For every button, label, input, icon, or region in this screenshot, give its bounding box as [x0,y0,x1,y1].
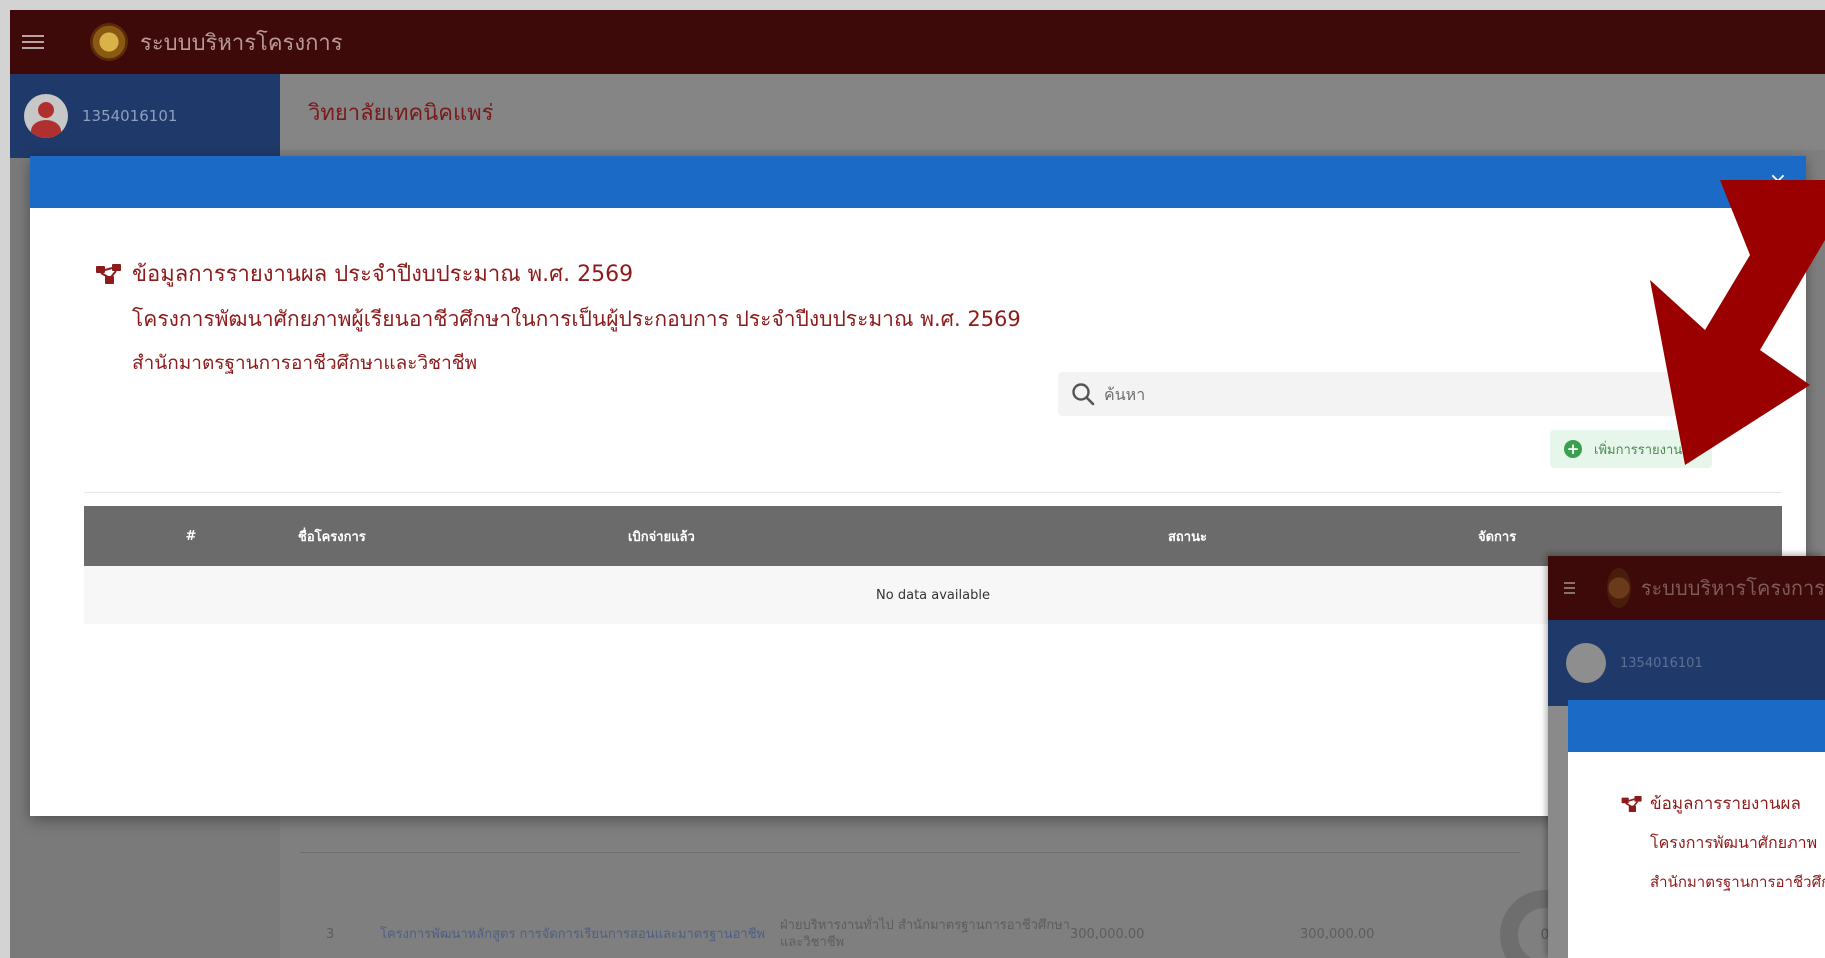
report-table: # ชื่อโครงการ เบิกจ่ายแล้ว สถานะ จัดการ … [84,506,1782,624]
logo-seal-icon [90,23,128,61]
plus-circle-icon: + [1564,440,1582,458]
inset-heading: ข้อมูลการรายงานผล [1650,794,1801,814]
top-bar: ระบบบริหารโครงการ [10,10,1825,74]
table-row: 3 โครงการพัฒนาหลักสูตร การจัดการเรียนการ… [300,910,1500,958]
col-header-project[interactable]: ชื่อโครงการ [298,506,628,566]
college-title: วิทยาลัยเทคนิคแพร่ [308,100,494,126]
inset-modal-header [1568,700,1825,752]
hamburger-icon [1564,582,1575,594]
search-icon [1072,383,1095,406]
department-name: สำนักมาตรฐานการอาชีวศึกษาและวิชาชีพ [132,352,478,374]
report-modal: × ข้อมูลการรายงานผล ประจำปีงบประมาณ พ.ศ.… [30,156,1806,816]
modal-header: × [30,156,1806,208]
col-header-number[interactable]: # [84,506,298,566]
divider [84,492,1782,493]
empty-table-message: No data available [84,566,1782,624]
table-header: # ชื่อโครงการ เบิกจ่ายแล้ว สถานะ จัดการ [84,506,1782,566]
row-department: ฝ่ายบริหารงานทั่วไป สำนักมาตรฐานการอาชีว… [780,918,1070,950]
user-avatar-icon[interactable] [24,94,68,138]
inset-heading-line: ข้อมูลการรายงานผล [1620,790,1825,817]
row-number: 3 [326,926,335,942]
user-box: 1354016101 [10,74,280,158]
sitemap-icon [96,263,121,284]
row-budget: 300,000.00 [1070,926,1145,942]
divider [300,852,1520,853]
inset-top-bar: ระบบบริหารโครงการ [1548,556,1825,620]
row-project-link[interactable]: โครงการพัฒนาหลักสูตร การจัดการเรียนการสอ… [380,926,780,943]
inset-preview: ระบบบริหารโครงการ 1354016101 ข้อมูลการรา… [1548,556,1825,958]
col-header-paid[interactable]: เบิกจ่ายแล้ว [628,506,1168,566]
modal-heading-block: ข้อมูลการรายงานผล ประจำปีงบประมาณ พ.ศ. 2… [94,256,1021,378]
inset-project-name: โครงการพัฒนาศักยภาพ [1650,833,1818,852]
modal-heading-line: ข้อมูลการรายงานผล ประจำปีงบประมาณ พ.ศ. 2… [94,256,1021,291]
main-header: วิทยาลัยเทคนิคแพร่ [280,74,1825,150]
inset-user-id: 1354016101 [1620,655,1703,671]
red-arrow-annotation [1650,180,1825,465]
hamburger-icon[interactable] [22,35,44,49]
inset-user-box: 1354016101 [1548,620,1825,706]
user-avatar-icon [1566,643,1606,683]
inset-modal: ข้อมูลการรายงานผล โครงการพัฒนาศักยภาพ สำ… [1568,700,1825,958]
sitemap-icon [1621,795,1642,812]
app-title: ระบบบริหารโครงการ [140,30,343,56]
logo-seal-icon [1606,568,1631,608]
col-header-status[interactable]: สถานะ [1168,506,1478,566]
modal-title: ข้อมูลการรายงานผล ประจำปีงบประมาณ พ.ศ. 2… [132,262,634,287]
inset-app-title: ระบบบริหารโครงการ [1640,576,1825,600]
project-name: โครงการพัฒนาศักยภาพผู้เรียนอาชีวศึกษาในก… [132,307,1021,331]
inset-department: สำนักมาตรฐานการอาชีวศึกษา [1650,873,1825,891]
row-amount: 300,000.00 [1300,926,1375,942]
user-id: 1354016101 [82,107,178,125]
